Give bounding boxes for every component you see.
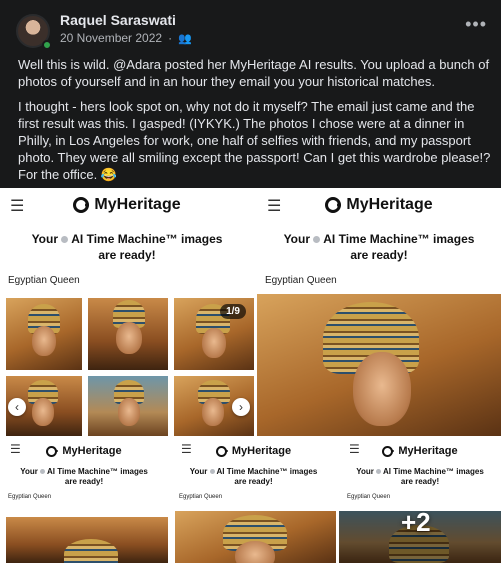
brand-name: MyHeritage (231, 445, 292, 457)
brand-bar: ☰ MyHeritage (257, 188, 501, 222)
previous-arrow-icon[interactable]: ‹ (8, 398, 26, 416)
headline-part: are ready! (234, 477, 273, 487)
photo-thumbnail[interactable]: +2 (339, 511, 501, 563)
photo-thumbnail[interactable] (6, 298, 82, 370)
dot-separator: · (168, 31, 173, 45)
headline: Your AI Time Machine™ images are ready! (257, 232, 501, 263)
myheritage-logo: MyHeritage (46, 445, 122, 457)
headline-part: are ready! (400, 477, 440, 487)
brand-name: MyHeritage (62, 445, 122, 457)
brand-bar: ☰ MyHeritage (171, 439, 336, 463)
headline-part: AI Time Machine™ images (71, 232, 223, 246)
myheritage-logo-icon (325, 197, 342, 213)
myheritage-logo: MyHeritage (382, 445, 458, 457)
photo-thumbnail[interactable] (6, 517, 168, 563)
image-counter: 1/9 (220, 304, 246, 319)
myheritage-logo-icon (382, 445, 395, 457)
myheritage-logo: MyHeritage (215, 445, 292, 457)
headline: Your AI Time Machine™ images are ready! (171, 467, 336, 488)
friends-icon[interactable]: 👥 (178, 32, 192, 45)
style-label: Egyptian Queen (347, 493, 391, 500)
headline-part: AI Time Machine™ images (216, 467, 318, 476)
headline: Your AI Time Machine™ images are ready! (339, 467, 501, 488)
ai-dot-icon (61, 236, 69, 244)
face (202, 398, 224, 426)
photo-tile[interactable]: ☰ MyHeritage Your AI Time Machine™ image… (0, 439, 168, 563)
brand-bar: ☰ MyHeritage (0, 188, 254, 222)
face (118, 398, 140, 426)
menu-icon: ☰ (10, 198, 25, 215)
brand-name: MyHeritage (398, 445, 458, 457)
post-meta: 20 November 2022 · 👥 (60, 31, 192, 45)
headline-part: are ready! (98, 247, 156, 262)
menu-icon: ☰ (181, 442, 192, 456)
photo-thumbnail[interactable]: › (174, 376, 254, 436)
headline-part: Your (356, 467, 374, 476)
headline-part: Your (20, 467, 38, 476)
headline-part: AI Time Machine™ images (383, 467, 484, 476)
style-label: Egyptian Queen (265, 275, 337, 287)
photo-thumbnail[interactable]: 1/9 (174, 298, 254, 370)
ai-dot-icon (40, 469, 46, 475)
photo-thumbnail[interactable] (175, 511, 336, 563)
brand-name: MyHeritage (346, 196, 433, 213)
face (235, 541, 275, 563)
photo-tile[interactable]: ☰ MyHeritage Your AI Time Machine™ image… (339, 439, 501, 563)
photo-tile[interactable]: ☰ MyHeritage Your AI Time Machine™ image… (171, 439, 336, 563)
photo-tile[interactable]: ☰ MyHeritage Your AI Time Machine™ image… (0, 188, 254, 436)
ai-dot-icon (209, 469, 215, 475)
online-status-dot (42, 40, 52, 50)
headline-part: are ready! (350, 247, 408, 262)
style-label: Egyptian Queen (179, 493, 223, 500)
myheritage-logo: MyHeritage (73, 196, 181, 214)
headline-part: Your (283, 232, 311, 246)
headline-part: are ready! (64, 477, 104, 487)
post-date[interactable]: 20 November 2022 (60, 31, 162, 45)
ai-dot-icon (313, 236, 321, 244)
style-label: Egyptian Queen (8, 493, 52, 500)
photo-thumbnail[interactable] (88, 376, 168, 436)
more-options-button[interactable]: ••• (465, 14, 487, 35)
brand-name: MyHeritage (94, 196, 181, 213)
headdress (64, 539, 118, 563)
next-arrow-icon[interactable]: › (232, 398, 250, 416)
post-author[interactable]: Raquel Saraswati (60, 12, 176, 28)
brand-bar: ☰ MyHeritage (0, 439, 168, 463)
more-photos-count[interactable]: +2 (401, 511, 431, 538)
menu-icon: ☰ (349, 442, 360, 456)
myheritage-logo-icon (215, 445, 228, 457)
headline: Your AI Time Machine™ images are ready! (0, 232, 254, 263)
face (353, 352, 411, 426)
myheritage-logo-icon (46, 445, 59, 457)
photo-thumbnail[interactable] (88, 298, 168, 370)
face (202, 328, 226, 358)
headline: Your AI Time Machine™ images are ready! (0, 467, 168, 488)
post-paragraph: I thought - hers look spot on, why not d… (18, 99, 491, 182)
myheritage-logo: MyHeritage (325, 196, 433, 214)
menu-icon: ☰ (267, 198, 282, 215)
post-text: Well this is wild. @Adara posted her MyH… (18, 56, 492, 191)
post-paragraph: Well this is wild. @Adara posted her MyH… (18, 57, 490, 89)
photo-tile[interactable]: ☰ MyHeritage Your AI Time Machine™ image… (257, 188, 501, 436)
face (32, 398, 54, 426)
face (32, 326, 56, 356)
headline-part: AI Time Machine™ images (323, 232, 475, 246)
headline-part: Your (189, 467, 208, 476)
headline-part: Your (31, 232, 59, 246)
photo-thumbnail[interactable]: ‹ (6, 376, 82, 436)
ai-dot-icon (376, 469, 382, 475)
headline-part: AI Time Machine™ images (47, 467, 148, 476)
style-label: Egyptian Queen (8, 275, 80, 287)
featured-photo[interactable] (257, 294, 501, 436)
myheritage-logo-icon (73, 197, 90, 213)
menu-icon: ☰ (10, 442, 21, 456)
post-header: Raquel Saraswati 20 November 2022 · 👥 ••… (0, 0, 501, 188)
brand-bar: ☰ MyHeritage (339, 439, 501, 463)
face (116, 322, 142, 354)
